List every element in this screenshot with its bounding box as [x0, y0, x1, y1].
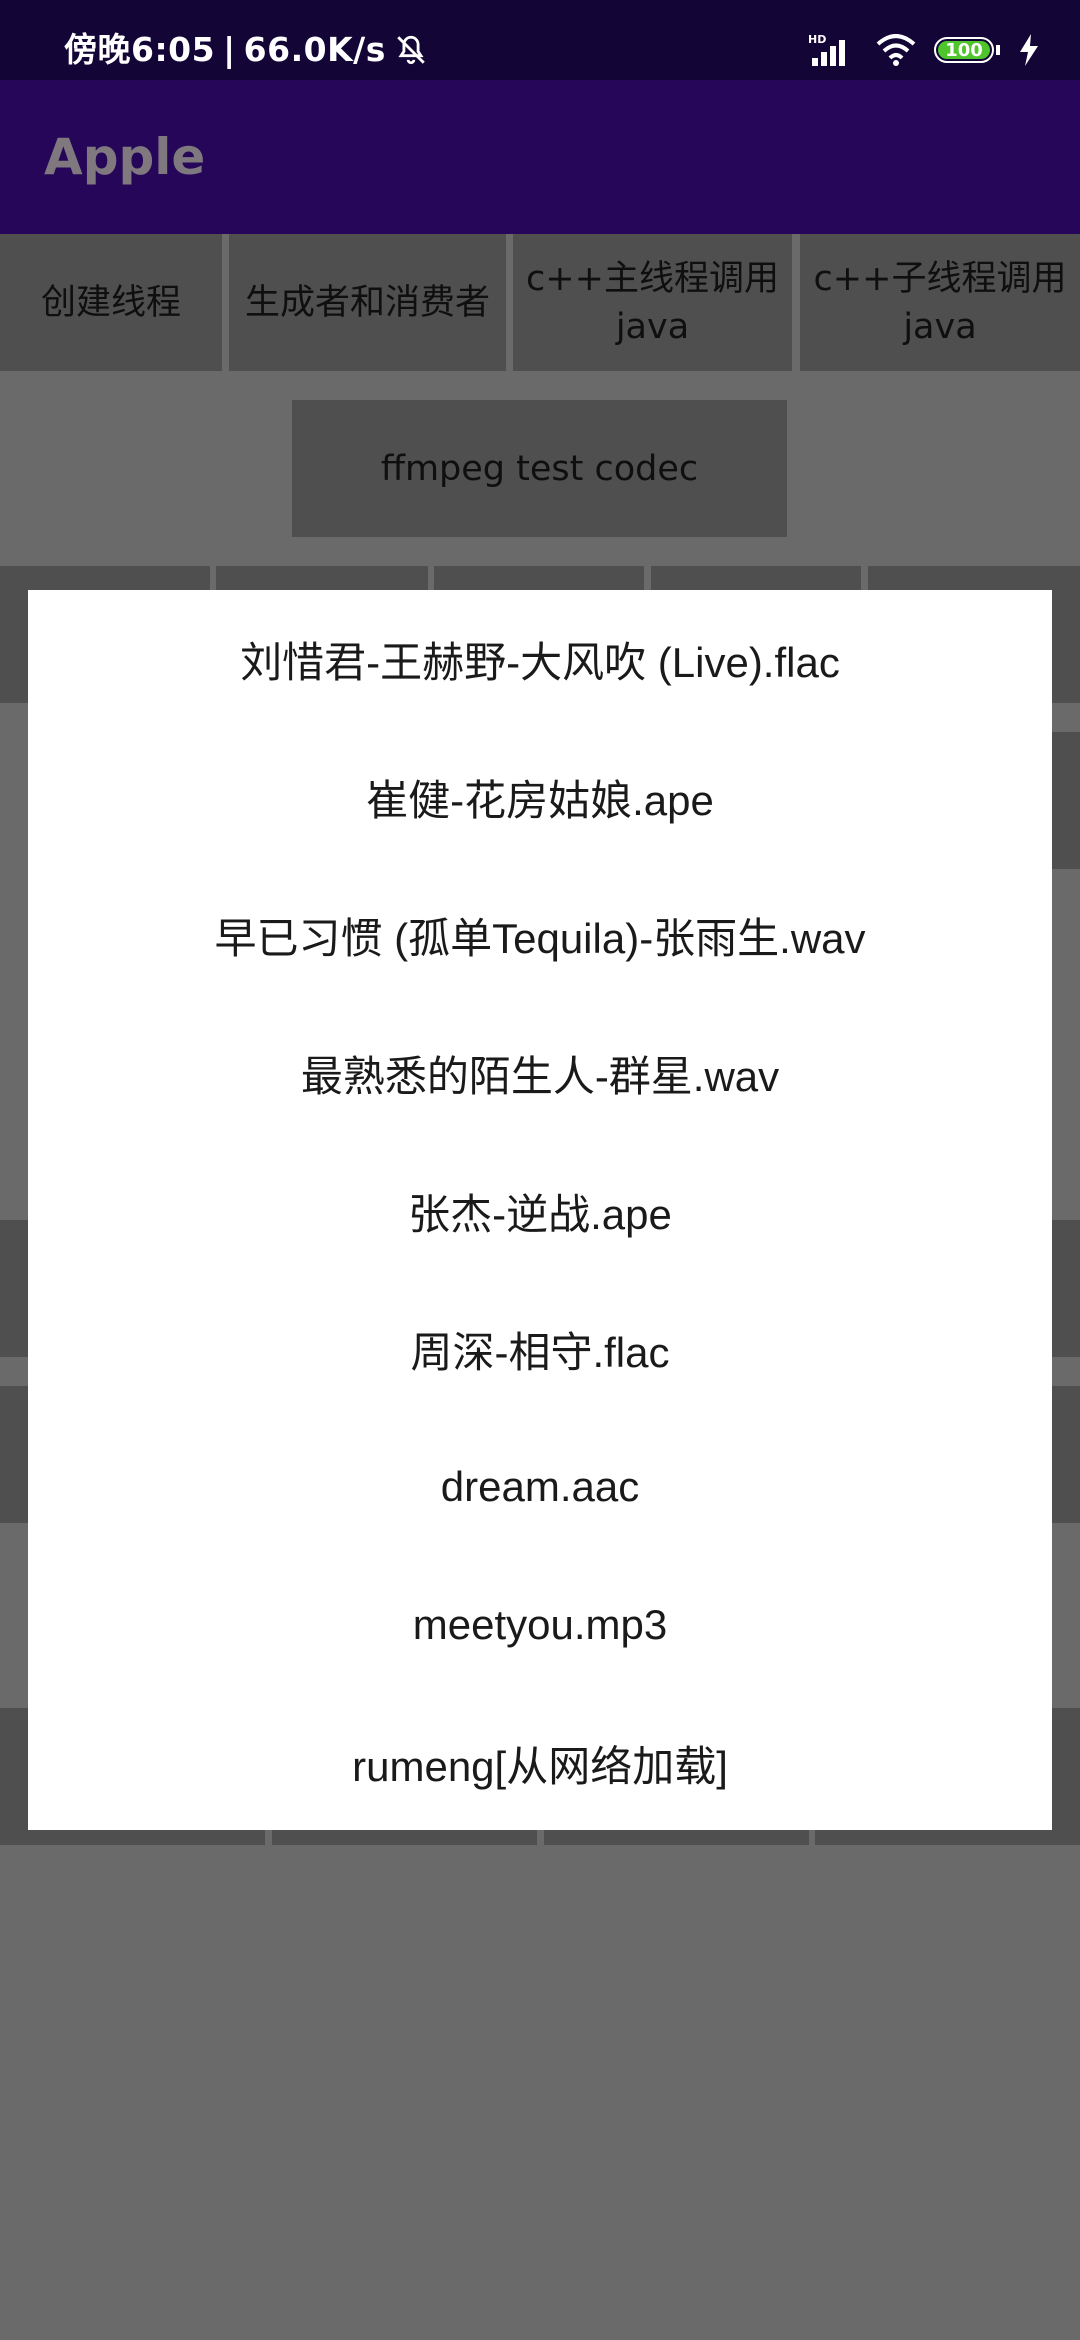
app-bar: Apple	[0, 80, 1080, 234]
hidden-button[interactable]	[1052, 1220, 1080, 1357]
producer-consumer-label: 生成者和消费者	[244, 282, 490, 323]
cpp-child-thread-call-java-button[interactable]: c++子线程调用 java	[800, 234, 1080, 371]
file-item[interactable]: meetyou.mp3	[28, 1556, 1052, 1694]
cpp-child-thread-label-line1: c++子线程调用	[813, 258, 1067, 299]
hd-signal-icon: HD	[808, 33, 845, 66]
file-item[interactable]: 周深-相守.flac	[28, 1280, 1052, 1418]
mute-icon	[397, 35, 425, 65]
hidden-button[interactable]	[1052, 1386, 1080, 1523]
cpp-main-thread-call-java-button[interactable]: c++主线程调用 java	[513, 234, 792, 371]
file-item[interactable]: 刘惜君-王赫野-大风吹 (Live).flac	[28, 590, 1052, 728]
cpp-child-thread-label-line2: java	[903, 306, 977, 347]
ffmpeg-test-codec-button[interactable]: ffmpeg test codec	[292, 400, 787, 537]
file-item[interactable]: dream.aac	[28, 1418, 1052, 1556]
wifi-icon	[876, 34, 916, 66]
hidden-button[interactable]	[0, 1220, 28, 1357]
app-title: Apple	[44, 128, 206, 186]
create-thread-label: 创建线程	[40, 282, 181, 323]
cpp-main-thread-label-line1: c++主线程调用	[526, 258, 779, 299]
create-thread-button[interactable]: 创建线程	[0, 234, 222, 371]
file-item[interactable]: 早已习惯 (孤单Tequila)-张雨生.wav	[28, 866, 1052, 1004]
file-item[interactable]: rumeng[从网络加载]	[28, 1694, 1052, 1832]
cpp-main-thread-label-line2: java	[615, 306, 690, 347]
ffmpeg-test-codec-label: ffmpeg test codec	[380, 448, 699, 489]
status-right: HD 100	[808, 30, 1040, 70]
file-picker-dialog: 刘惜君-王赫野-大风吹 (Live).flac 崔健-花房姑娘.ape 早已习惯…	[28, 590, 1052, 1830]
charging-icon	[1020, 34, 1038, 66]
file-item[interactable]: 崔健-花房姑娘.ape	[28, 728, 1052, 866]
file-item[interactable]: 张杰-逆战.ape	[28, 1142, 1052, 1280]
battery-level: 100	[945, 39, 983, 61]
status-bar: 傍晚6:05 | 66.0K/s HD 100	[0, 0, 1080, 80]
hidden-button[interactable]	[0, 1386, 28, 1523]
battery-tip	[996, 45, 1000, 55]
file-item[interactable]: 最熟悉的陌生人-群星.wav	[28, 1004, 1052, 1142]
hidden-button[interactable]	[1052, 732, 1080, 869]
producer-consumer-button[interactable]: 生成者和消费者	[229, 234, 506, 371]
battery-icon: 100	[934, 37, 994, 63]
svg-text:HD: HD	[808, 33, 826, 46]
